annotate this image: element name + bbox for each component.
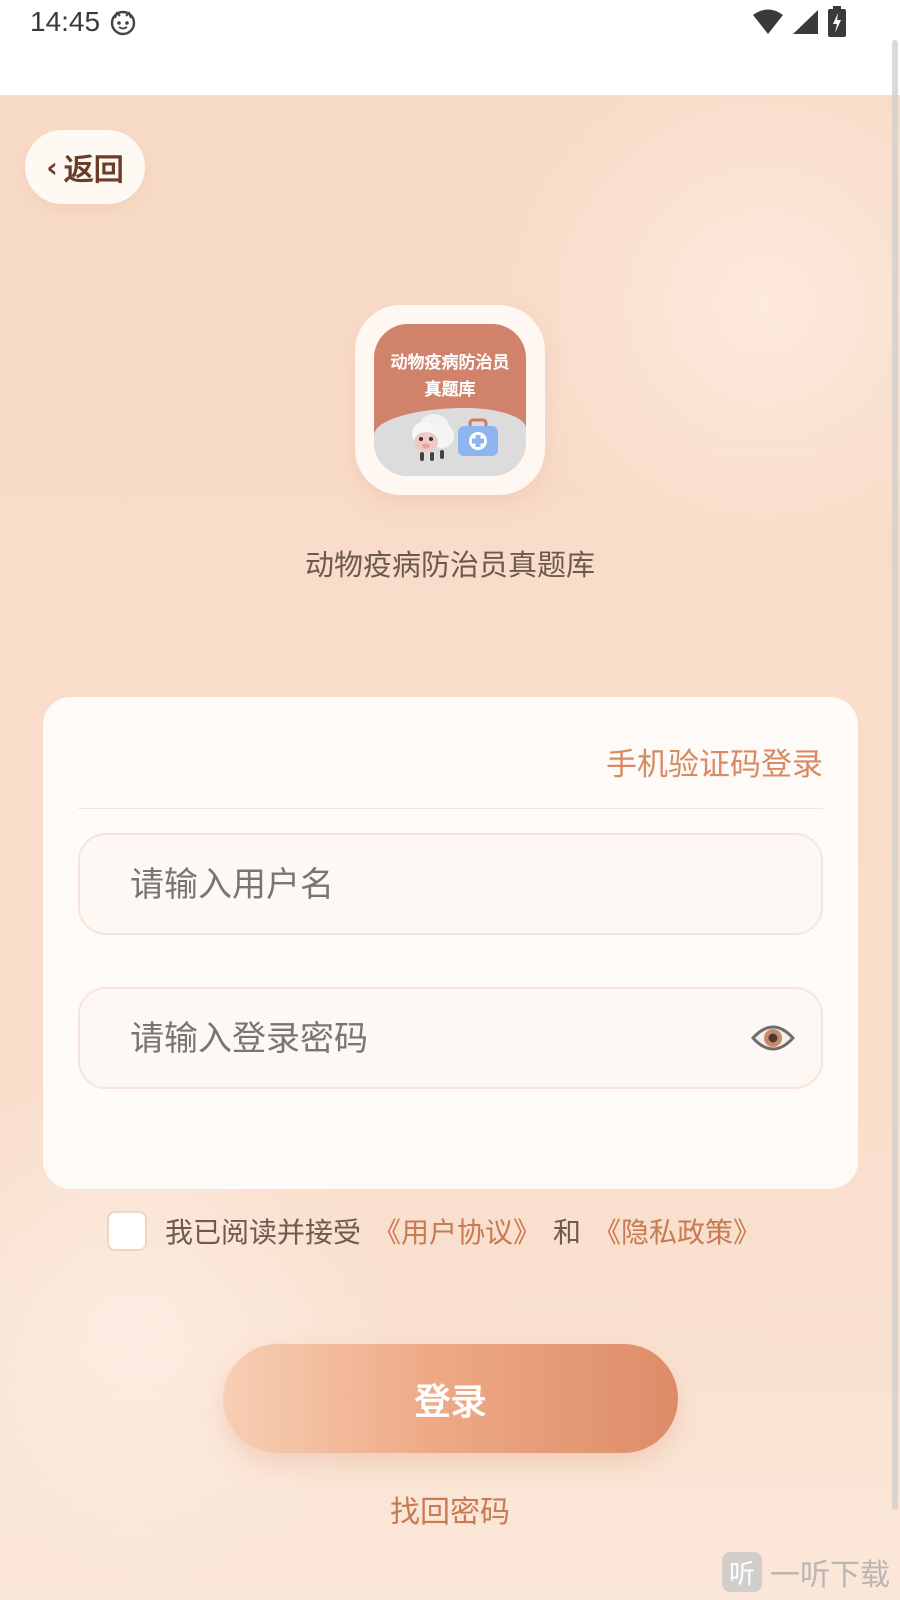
password-input[interactable] [128,989,732,1089]
wifi-icon [753,9,783,34]
login-card: 手机验证码登录 [43,697,858,1189]
back-button[interactable]: ‹ 返回 [25,130,145,204]
watermark: 听 一听下载 [722,1550,890,1594]
forgot-password-link[interactable]: 找回密码 [0,1487,900,1531]
face-icon [110,10,136,36]
status-time: 14:45 [30,6,101,37]
watermark-logo: 听 [722,1552,762,1592]
password-field [78,987,823,1089]
app-logo: 动物疫病防治员 真题库 [355,305,545,495]
eye-icon[interactable] [751,1020,795,1056]
scrollbar[interactable] [892,40,898,1510]
card-divider [78,808,823,809]
watermark-text: 一听下载 [770,1558,890,1593]
login-button[interactable]: 登录 [223,1344,678,1453]
app-name: 动物疫病防治员真题库 [304,548,595,582]
agreement-row: 我已阅读并接受 《用户协议》 和 《隐私政策》 [107,1209,773,1253]
username-field [78,833,823,935]
agreement-prefix: 我已阅读并接受 [165,1216,362,1249]
agreement-checkbox[interactable] [107,1211,147,1251]
medical-kit-icon [458,418,498,456]
privacy-policy-link[interactable]: 《隐私政策》 [593,1211,761,1251]
sheep-icon [412,414,454,461]
signal-icon [793,10,818,34]
app-logo-image: 动物疫病防治员 真题库 [374,324,526,476]
username-input[interactable] [128,835,732,935]
user-agreement-link[interactable]: 《用户协议》 [373,1211,541,1251]
battery-charging-icon [828,6,846,37]
status-bar: 14:45 [0,0,900,95]
login-button-label: 登录 [414,1381,487,1423]
back-label: 返回 [63,153,124,188]
sms-login-link[interactable]: 手机验证码登录 [606,739,823,784]
agreement-and: 和 [553,1216,582,1249]
logo-text: 动物疫病防治员 真题库 [390,353,510,400]
chevron-left-icon: ‹ [46,150,58,184]
